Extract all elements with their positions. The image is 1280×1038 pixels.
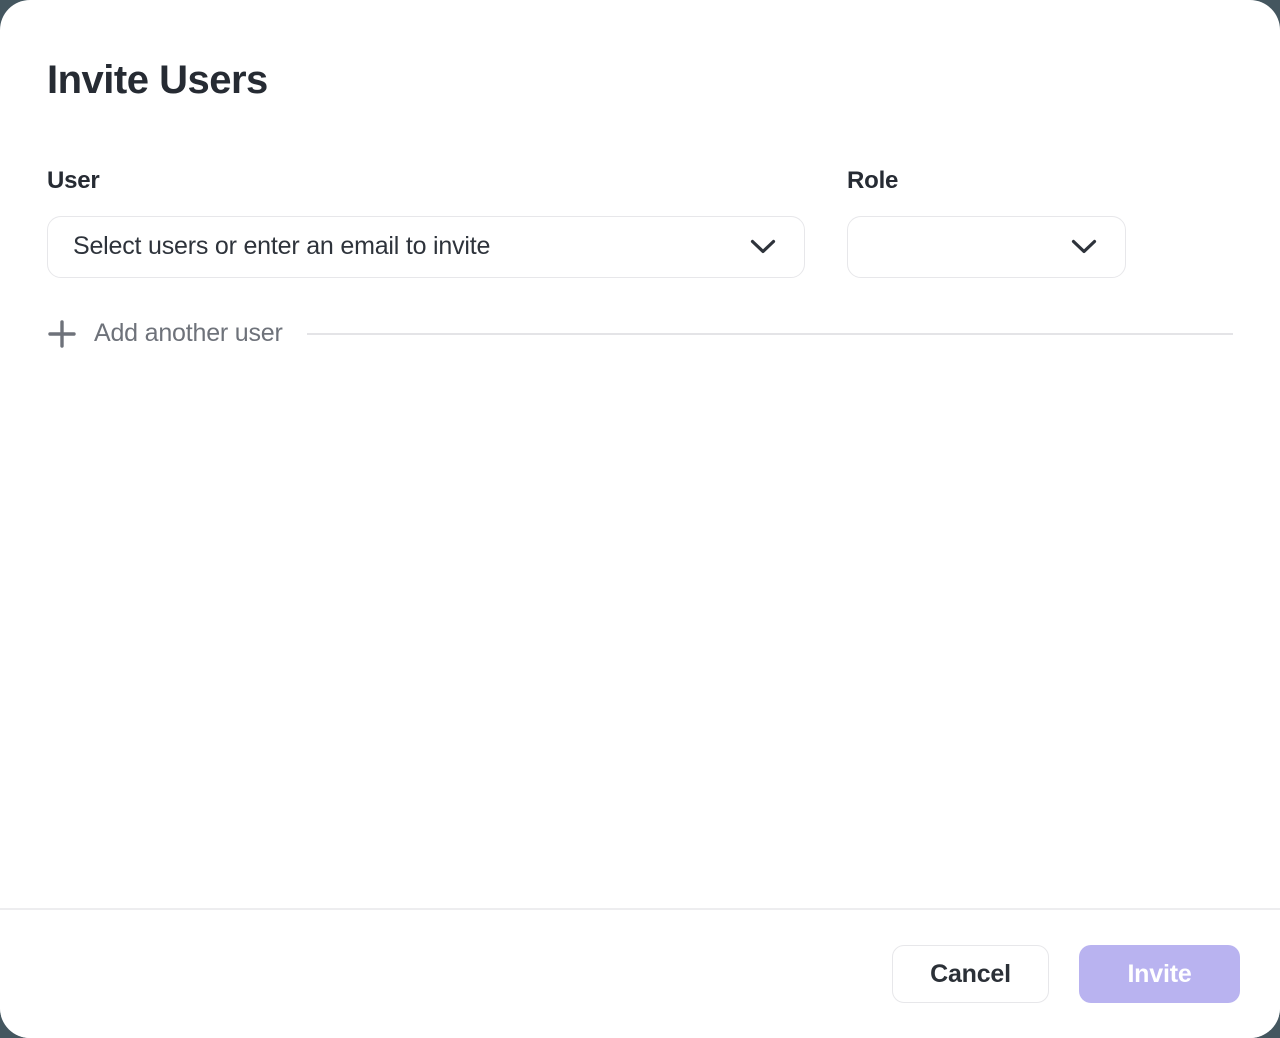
invite-users-modal: Invite Users User Select users or enter … [0,0,1280,1038]
user-field-label: User [47,167,805,195]
plus-icon [47,319,77,349]
fields-row: User Select users or enter an email to i… [47,167,1233,278]
modal-body: Invite Users User Select users or enter … [0,0,1280,349]
page-title: Invite Users [47,0,1233,105]
add-another-user-button[interactable]: Add another user [47,319,283,349]
role-field-group: Role [847,167,1126,278]
role-select[interactable] [847,216,1126,278]
add-user-row: Add another user [47,319,1233,349]
cancel-button[interactable]: Cancel [892,945,1049,1003]
role-field-label: Role [847,167,1126,195]
chevron-down-icon [1071,239,1097,255]
divider [307,333,1233,335]
chevron-down-icon [750,239,776,255]
add-another-user-label: Add another user [94,319,283,348]
modal-footer: Cancel Invite [0,908,1280,1038]
user-field-group: User Select users or enter an email to i… [47,167,805,278]
invite-button[interactable]: Invite [1079,945,1240,1003]
user-select-placeholder: Select users or enter an email to invite [73,232,490,261]
user-select[interactable]: Select users or enter an email to invite [47,216,805,278]
